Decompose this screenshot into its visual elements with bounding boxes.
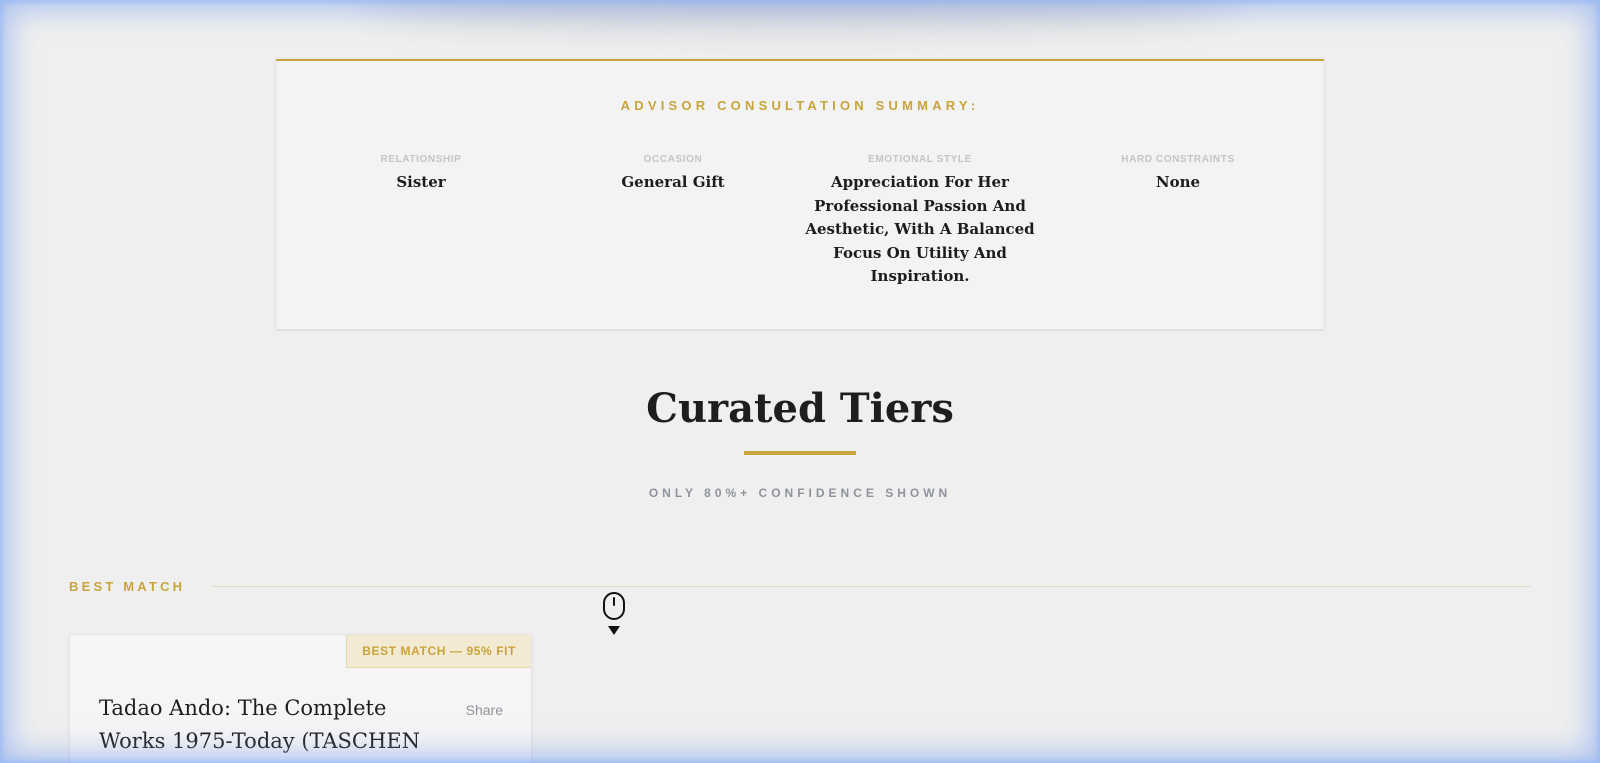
product-card[interactable]: BEST MATCH — 95% FIT Tadao Ando: The Com… (69, 634, 532, 763)
summary-value: Appreciation For Her Professional Passio… (805, 173, 1035, 285)
summary-value: Sister (396, 173, 446, 191)
summary-label: RELATIONSHIP (380, 154, 462, 165)
mouse-scroll-icon (603, 592, 625, 635)
summary-value: General Gift (621, 173, 725, 191)
curated-tiers-title: Curated Tiers (646, 385, 954, 432)
summary-field-hard-constraints: HARD CONSTRAINTS None (1068, 154, 1288, 195)
summary-label: OCCASION (643, 154, 703, 165)
top-shadow (360, 0, 1240, 25)
fit-badge: BEST MATCH — 95% FIT (346, 635, 531, 668)
page-viewport: ADVISOR CONSULTATION SUMMARY: RELATIONSH… (0, 0, 1600, 763)
summary-field-emotional-style: EMOTIONAL STYLE Appreciation For Her Pro… (805, 154, 1035, 289)
summary-title: ADVISOR CONSULTATION SUMMARY: (620, 98, 980, 113)
summary-label: HARD CONSTRAINTS (1121, 154, 1235, 165)
summary-label: EMOTIONAL STYLE (868, 154, 972, 165)
summary-field-occasion: OCCASION General Gift (563, 154, 783, 195)
best-match-section-label: BEST MATCH (69, 579, 186, 594)
title-underline (744, 451, 856, 455)
summary-field-relationship: RELATIONSHIP Sister (311, 154, 531, 195)
summary-value: None (1155, 173, 1201, 191)
advisor-summary-card: ADVISOR CONSULTATION SUMMARY: RELATIONSH… (276, 59, 1324, 329)
share-button[interactable]: Share (466, 702, 503, 718)
section-divider (211, 586, 1531, 587)
confidence-subtitle: ONLY 80%+ CONFIDENCE SHOWN (648, 486, 952, 500)
product-title[interactable]: Tadao Ando: The Complete Works 1975-Toda… (99, 692, 439, 758)
